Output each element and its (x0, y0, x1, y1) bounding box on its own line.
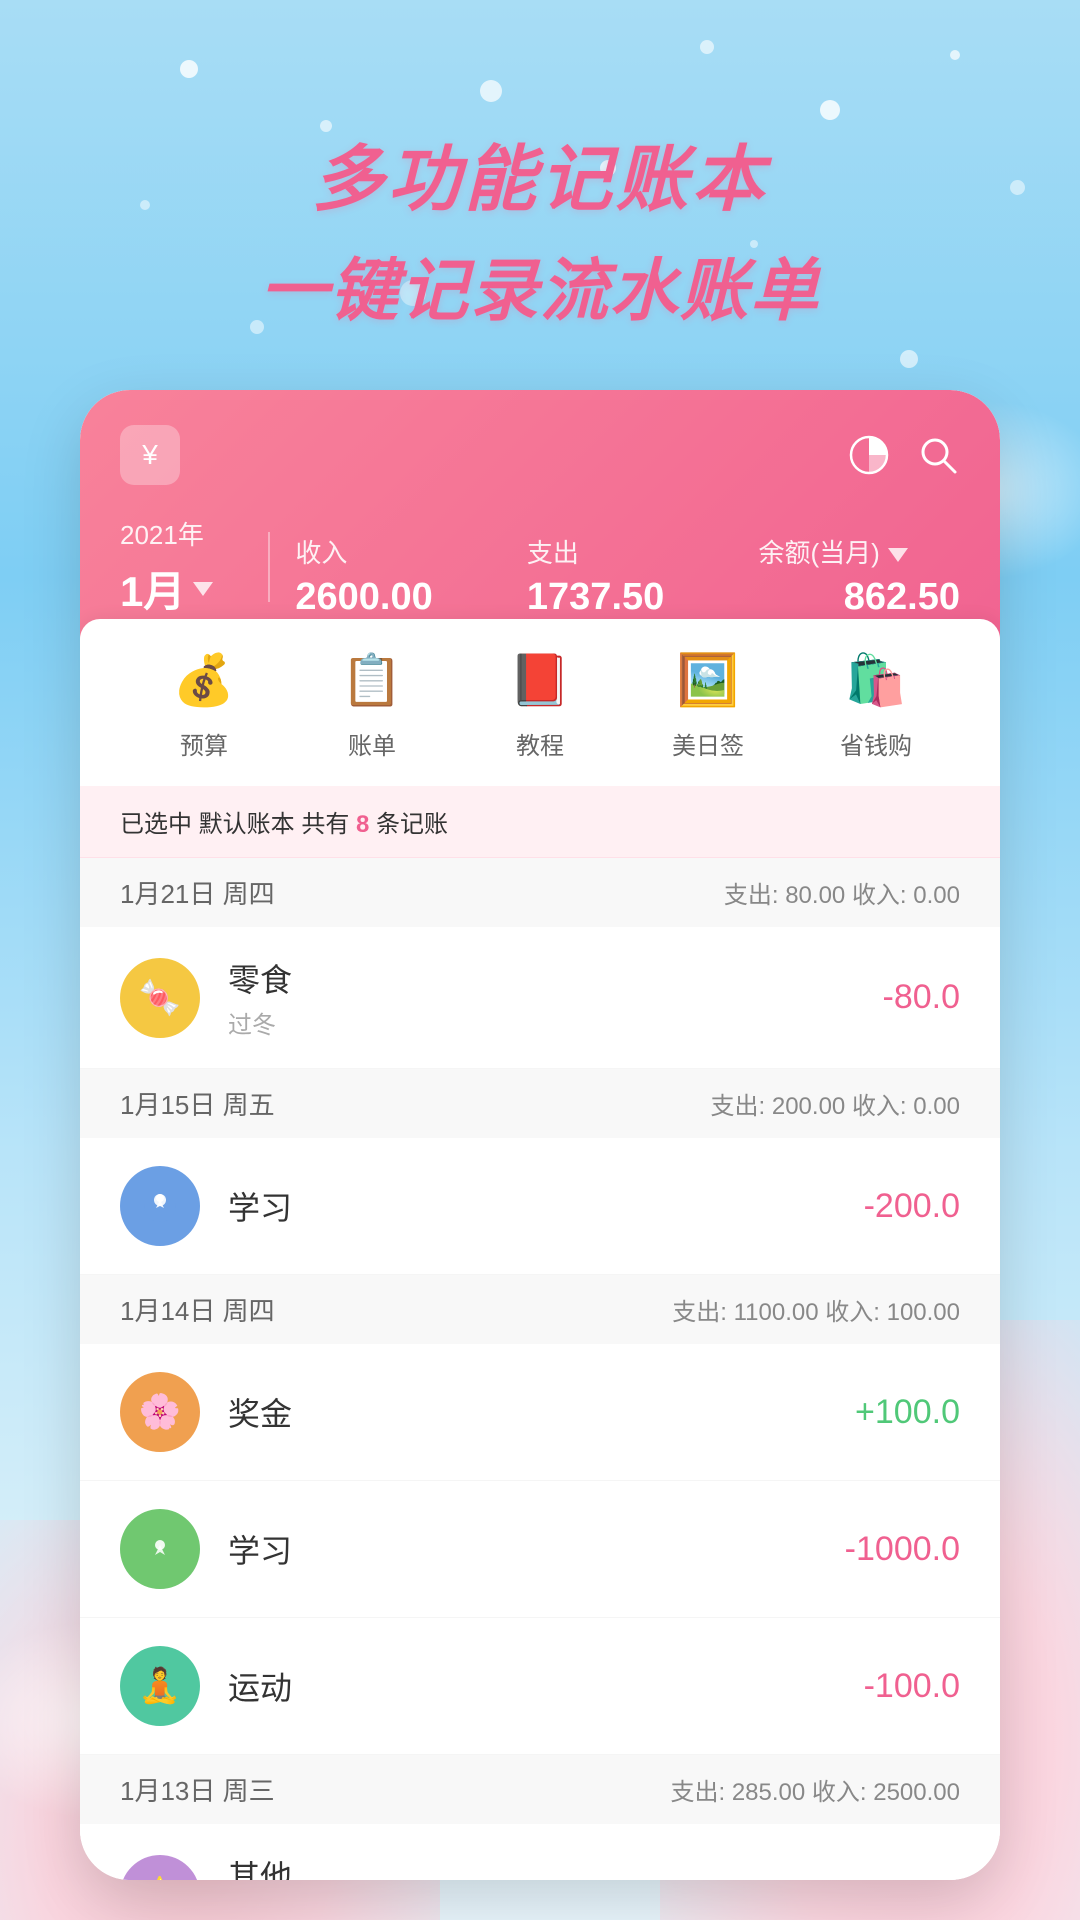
quick-nav: 💰 预算 📋 账单 📕 教程 🖼️ 美日签 (80, 619, 1000, 786)
expense-stat: 支出 1737.50 (527, 533, 729, 619)
nav-tutorial-label: 教程 (516, 726, 564, 761)
phone-card: ¥ (80, 390, 1000, 1880)
tx-exercise-info: 运动 (228, 1663, 864, 1709)
transaction-list: 1月21日 周四 支出: 80.00 收入: 0.00 🍬 零食 过冬 -80.… (80, 858, 1000, 1880)
pie-chart-icon[interactable] (847, 433, 891, 477)
income-label: 收入 (295, 533, 497, 570)
journal-icon: 🖼️ (672, 644, 744, 716)
tx-bonus[interactable]: 🌸 奖金 +100.0 (80, 1344, 1000, 1481)
tx-study1-name: 学习 (228, 1183, 864, 1229)
hero-line2: 一键记录流水账单 (0, 235, 1080, 334)
tutorial-icon: 📕 (504, 644, 576, 716)
month-dropdown-arrow[interactable] (193, 582, 213, 596)
date-jan13: 1月13日 周三 (120, 1771, 275, 1808)
date-jan21-stats: 支出: 80.00 收入: 0.00 (724, 875, 960, 910)
tx-snack-sub: 过冬 (228, 1005, 883, 1040)
tx-bonus-info: 奖金 (228, 1389, 855, 1435)
tx-snack-info: 零食 过冬 (228, 955, 883, 1040)
tx-study1[interactable]: 学习 -200.0 (80, 1138, 1000, 1275)
app-logo: ¥ (120, 425, 180, 485)
balance-stat: 余额(当月) 862.50 (758, 533, 960, 619)
balance-dropdown-arrow[interactable] (888, 548, 908, 562)
tx-exercise-icon: 🧘 (120, 1646, 200, 1726)
tx-other-icon: ⭐ (120, 1855, 200, 1881)
tx-exercise[interactable]: 🧘 运动 -100.0 (80, 1618, 1000, 1755)
nav-journal-label: 美日签 (672, 726, 744, 761)
balance-value: 862.50 (758, 576, 960, 619)
budget-icon: 💰 (168, 644, 240, 716)
tx-study2[interactable]: 学习 -1000.0 (80, 1481, 1000, 1618)
month-value: 1月 (120, 558, 185, 619)
tx-study2-icon (120, 1509, 200, 1589)
account-info-bar: 已选中 默认账本 共有 8 条记账 (80, 786, 1000, 858)
date-row-jan15: 1月15日 周五 支出: 200.00 收入: 0.00 (80, 1069, 1000, 1138)
tx-study1-amount: -200.0 (864, 1187, 960, 1226)
date-row-jan13: 1月13日 周三 支出: 285.00 收入: 2500.00 (80, 1755, 1000, 1824)
tx-snack-amount: -80.0 (883, 978, 961, 1017)
nav-budget[interactable]: 💰 预算 (168, 644, 240, 761)
income-stat: 收入 2600.00 (295, 533, 497, 619)
tx-study1-icon (120, 1166, 200, 1246)
tx-other-name: 其他 (228, 1852, 836, 1880)
app-header: ¥ (80, 390, 1000, 786)
date-jan14-stats: 支出: 1100.00 收入: 100.00 (672, 1292, 960, 1327)
nav-budget-label: 预算 (180, 726, 228, 761)
date-jan21: 1月21日 周四 (120, 874, 275, 911)
date-row-jan21: 1月21日 周四 支出: 80.00 收入: 0.00 (80, 858, 1000, 927)
year-label: 2021年 (120, 515, 213, 552)
date-jan15-stats: 支出: 200.00 收入: 0.00 (711, 1086, 960, 1121)
expense-value: 1737.50 (527, 576, 729, 619)
tx-other-amount: +2500.0 (836, 1875, 960, 1880)
date-jan14: 1月14日 周四 (120, 1291, 275, 1328)
shop-icon: 🛍️ (840, 644, 912, 716)
expense-label: 支出 (527, 533, 729, 570)
nav-shop-label: 省钱购 (840, 726, 912, 761)
header-icon-group (847, 433, 960, 477)
nav-ledger-label: 账单 (348, 726, 396, 761)
nav-ledger[interactable]: 📋 账单 (336, 644, 408, 761)
tx-bonus-icon: 🌸 (120, 1372, 200, 1452)
tx-study2-amount: -1000.0 (845, 1530, 960, 1569)
date-jan13-stats: 支出: 285.00 收入: 2500.00 (670, 1772, 960, 1807)
tx-bonus-amount: +100.0 (855, 1393, 960, 1432)
ledger-icon: 📋 (336, 644, 408, 716)
nav-shop[interactable]: 🛍️ 省钱购 (840, 644, 912, 761)
tx-study2-info: 学习 (228, 1526, 845, 1572)
tx-study1-info: 学习 (228, 1183, 864, 1229)
stats-divider (268, 532, 270, 602)
tx-exercise-amount: -100.0 (864, 1667, 960, 1706)
tx-snack[interactable]: 🍬 零食 过冬 -80.0 (80, 927, 1000, 1069)
nav-journal[interactable]: 🖼️ 美日签 (672, 644, 744, 761)
balance-label: 余额(当月) (758, 533, 879, 570)
tx-bonus-name: 奖金 (228, 1389, 855, 1435)
tx-exercise-name: 运动 (228, 1663, 864, 1709)
hero-line1: 多功能记账本 (0, 120, 1080, 225)
account-bar-text: 已选中 默认账本 共有 8 条记账 (120, 811, 448, 838)
tx-snack-name: 零食 (228, 955, 883, 1001)
hero-title: 多功能记账本 一键记录流水账单 (0, 120, 1080, 334)
tx-other[interactable]: ⭐ 其他 小猪砸碎哒 +2500.0 (80, 1824, 1000, 1880)
income-value: 2600.00 (295, 576, 497, 619)
nav-tutorial[interactable]: 📕 教程 (504, 644, 576, 761)
search-icon[interactable] (916, 433, 960, 477)
date-jan15: 1月15日 周五 (120, 1085, 275, 1122)
tx-study2-name: 学习 (228, 1526, 845, 1572)
tx-snack-icon: 🍬 (120, 958, 200, 1038)
tx-other-info: 其他 小猪砸碎哒 (228, 1852, 836, 1880)
header-top-row: ¥ (120, 425, 960, 485)
date-row-jan14: 1月14日 周四 支出: 1100.00 收入: 100.00 (80, 1275, 1000, 1344)
